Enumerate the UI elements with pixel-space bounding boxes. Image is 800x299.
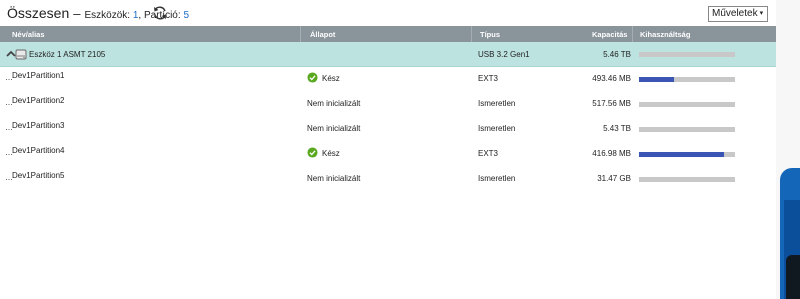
partition-name: Dev1Partition1 <box>12 71 65 80</box>
partition-type: Ismeretlen <box>478 174 516 183</box>
partition-capacity: 5.43 TB <box>603 124 631 133</box>
usage-bar <box>639 127 735 132</box>
partition-name: Dev1Partition4 <box>12 146 65 155</box>
usage-bar-fill <box>639 77 674 82</box>
decor-shape <box>786 255 800 299</box>
storage-panel: Összesen – Eszközök: 1, Partíció: 5 Műve… <box>0 0 776 299</box>
column-divider <box>632 26 633 42</box>
partition-name: Dev1Partition5 <box>12 171 65 180</box>
partition-type: EXT3 <box>478 149 499 158</box>
column-header-capacity[interactable]: Kapacitás <box>592 30 627 39</box>
device-type: USB 3.2 Gen1 <box>478 50 530 59</box>
column-header-name[interactable]: Név/alias <box>12 30 45 39</box>
column-divider <box>300 26 301 42</box>
usage-bar <box>639 52 735 57</box>
usage-bar-fill <box>639 152 725 157</box>
usage-bar <box>639 102 735 107</box>
title-separator: – <box>73 6 81 21</box>
partition-row[interactable]: … Dev1Partition5 Nem inicializált Ismeretle… <box>0 165 776 190</box>
device-name: Eszköz 1 ASMT 2105 <box>29 50 106 59</box>
check-circle-icon <box>307 147 318 158</box>
partition-name: Dev1Partition3 <box>12 121 65 130</box>
partition-capacity: 517.56 MB <box>592 99 631 108</box>
partition-type: Ismeretlen <box>478 99 516 108</box>
summary-text: Eszközök: 1, Partíció: 5 <box>84 10 189 21</box>
background-window-edge <box>776 0 800 299</box>
column-header-usage[interactable]: Kihasználtság <box>640 30 690 39</box>
check-circle-icon <box>307 72 318 83</box>
page-title: Összesen <box>7 5 70 21</box>
partition-status: Nem inicializált <box>307 124 361 133</box>
partition-capacity: 416.98 MB <box>592 149 631 158</box>
devices-label: Eszközök: <box>84 10 131 21</box>
partition-name: Dev1Partition2 <box>12 96 65 105</box>
partition-capacity: 493.46 MB <box>592 74 631 83</box>
chevron-down-icon: ▾ <box>759 10 764 17</box>
partition-capacity: 31.47 GB <box>597 174 631 183</box>
actions-dropdown[interactable]: Műveletek ▾ <box>708 6 769 22</box>
partition-type: Ismeretlen <box>478 124 516 133</box>
partition-row[interactable]: … Dev1Partition4 Kész EXT3 416.98 MB <box>0 140 776 165</box>
hard-drive-icon <box>15 49 27 60</box>
actions-label: Műveletek <box>712 8 758 19</box>
partition-row[interactable]: … Dev1Partition3 Nem inicializált Ismeretle… <box>0 115 776 140</box>
usage-bar <box>639 177 735 182</box>
column-header-status[interactable]: Állapot <box>310 30 335 39</box>
partition-status: Kész <box>322 149 340 158</box>
partition-row[interactable]: … Dev1Partition2 Nem inicializált Ismeretle… <box>0 90 776 115</box>
refresh-icon[interactable] <box>152 5 168 21</box>
device-row[interactable]: Eszköz 1 ASMT 2105 USB 3.2 Gen1 5.46 TB <box>0 42 776 67</box>
partition-type: EXT3 <box>478 74 499 83</box>
usage-bar <box>639 152 735 157</box>
partitions-count: 5 <box>183 10 189 21</box>
partition-status: Nem inicializált <box>307 174 361 183</box>
table-header: Név/alias Állapot Típus Kapacitás Kihasz… <box>0 26 776 42</box>
device-capacity: 5.46 TB <box>603 50 631 59</box>
usage-bar <box>639 77 735 82</box>
partition-row[interactable]: … Dev1Partition1 Kész EXT3 493.46 MB <box>0 65 776 90</box>
partition-status: Kész <box>322 74 340 83</box>
column-header-type[interactable]: Típus <box>480 30 500 39</box>
column-divider <box>471 26 472 42</box>
partition-status: Nem inicializált <box>307 99 361 108</box>
